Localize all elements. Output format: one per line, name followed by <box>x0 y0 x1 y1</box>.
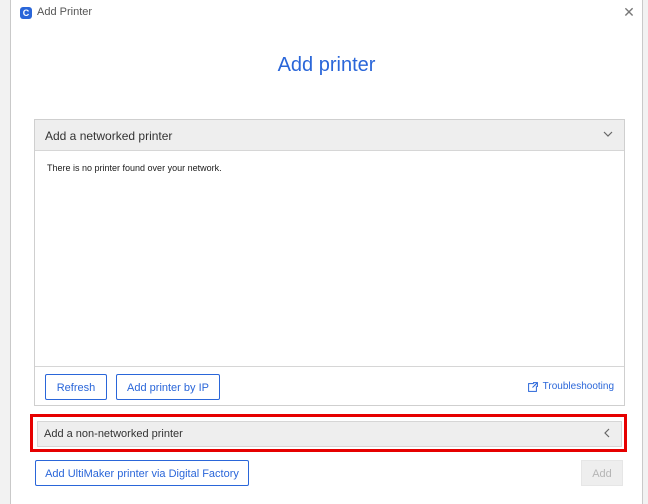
troubleshooting-link[interactable]: Troubleshooting <box>527 381 614 392</box>
non-networked-printer-header[interactable]: Add a non-networked printer <box>37 421 622 447</box>
close-icon[interactable]: ✕ <box>622 5 636 19</box>
networked-printer-header[interactable]: Add a networked printer <box>35 120 624 151</box>
non-networked-printer-header-label: Add a non-networked printer <box>44 428 183 440</box>
networked-printer-header-label: Add a networked printer <box>45 129 173 143</box>
networked-printer-panel: Add a networked printer There is no prin… <box>34 119 625 406</box>
networked-panel-footer: Refresh Add printer by IP Troubleshootin… <box>35 366 624 406</box>
add-via-digital-factory-button[interactable]: Add UltiMaker printer via Digital Factor… <box>35 460 249 486</box>
add-button[interactable]: Add <box>581 460 623 486</box>
add-printer-by-ip-button[interactable]: Add printer by IP <box>116 374 220 400</box>
no-printer-message: There is no printer found over your netw… <box>47 163 222 173</box>
chevron-down-icon <box>603 131 613 137</box>
cura-app-icon: C <box>20 7 32 19</box>
external-link-icon <box>527 381 538 392</box>
background-window-edge-left <box>0 0 11 504</box>
page-title: Add printer <box>277 54 376 76</box>
background-window-edge-right <box>642 0 648 504</box>
title-bar: C Add Printer ✕ <box>11 0 642 26</box>
chevron-left-icon <box>604 428 610 438</box>
troubleshooting-label: Troubleshooting <box>542 381 614 392</box>
window-title: Add Printer <box>37 6 93 18</box>
refresh-button[interactable]: Refresh <box>45 374 107 400</box>
highlight-box: Add a non-networked printer <box>30 414 627 452</box>
add-printer-dialog: C Add Printer ✕ Add printer Add a networ… <box>11 0 642 504</box>
